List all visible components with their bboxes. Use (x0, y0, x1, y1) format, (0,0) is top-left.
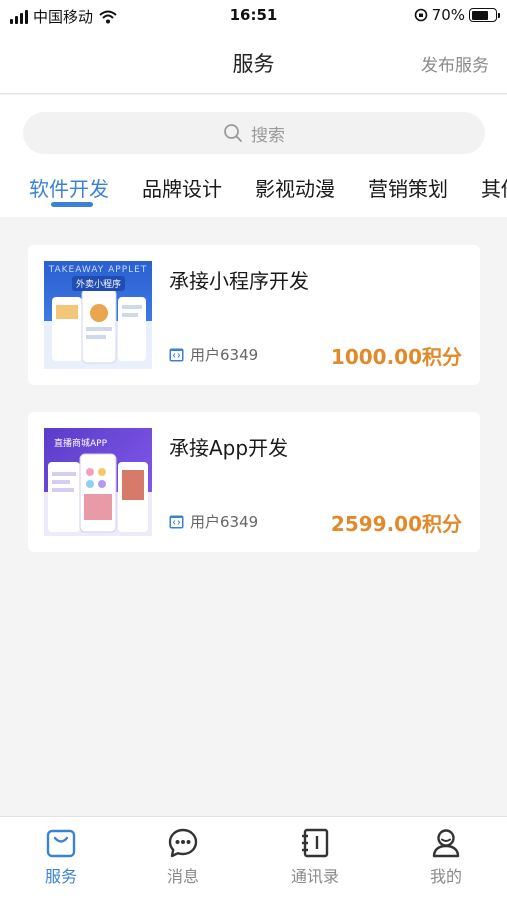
service-card[interactable]: 直播商城APP 承接App开发 用户6349 2599.00积分 (28, 412, 480, 552)
battery-icon (469, 8, 500, 22)
service-thumbnail: TAKEAWAY APPLET 外卖小程序 (44, 261, 152, 369)
service-user: 用户6349 (169, 511, 258, 532)
battery-percent: 70% (431, 6, 465, 24)
tabbar-label: 消息 (166, 867, 199, 886)
category-tabs: 软件开发 品牌设计 影视动漫 营销策划 其他 (0, 165, 507, 217)
tab-marketing[interactable]: 营销策划 (368, 173, 448, 202)
tabbar-label: 服务 (44, 867, 77, 886)
service-title: 承接小程序开发 (169, 269, 309, 293)
battery-fill (471, 10, 488, 20)
search-icon (224, 124, 242, 142)
bottom-tab-bar: 服务 消息 通讯录 我的 (0, 816, 507, 900)
publish-service-button[interactable]: 发布服务 (421, 51, 489, 76)
service-user-name: 用户6349 (190, 346, 259, 364)
tab-film-animation[interactable]: 影视动漫 (255, 173, 335, 202)
tabbar-item-services[interactable]: 服务 (16, 827, 106, 887)
search-input[interactable]: 搜索 (23, 112, 485, 154)
service-price: 2599.00积分 (330, 512, 462, 536)
service-user: 用户6349 (169, 344, 258, 365)
tab-software-dev[interactable]: 软件开发 (29, 173, 109, 202)
service-thumbnail: 直播商城APP (44, 428, 152, 536)
service-card[interactable]: TAKEAWAY APPLET 外卖小程序 承接小程序开发 用户6349 100… (28, 245, 480, 385)
thumbnail-caption: 直播商城APP (54, 439, 108, 449)
code-icon (169, 515, 184, 528)
thumbnail-watermark: TAKEAWAY APPLET (48, 265, 148, 275)
tabbar-label: 通讯录 (290, 867, 339, 886)
tabbar-item-messages[interactable]: 消息 (138, 827, 228, 887)
thumbnail-caption: 外卖小程序 (72, 276, 126, 291)
contacts-icon (302, 828, 329, 858)
search-placeholder: 搜索 (251, 125, 285, 146)
status-right: 70% (414, 6, 500, 24)
bag-icon (46, 829, 76, 858)
nav-bar: 服务 发布服务 (0, 32, 507, 94)
code-icon (169, 348, 184, 361)
tabbar-label: 我的 (429, 867, 462, 886)
service-price: 1000.00积分 (330, 345, 462, 369)
search-area: 搜索 (0, 95, 507, 165)
tab-active-indicator (51, 202, 93, 207)
tab-brand-design[interactable]: 品牌设计 (142, 173, 222, 202)
tab-other[interactable]: 其他 (481, 173, 507, 202)
service-title: 承接App开发 (169, 436, 289, 460)
service-user-name: 用户6349 (190, 513, 259, 531)
chat-icon (168, 828, 198, 858)
rotation-lock-icon (414, 8, 427, 22)
tabbar-item-me[interactable]: 我的 (401, 827, 491, 887)
tabbar-item-contacts[interactable]: 通讯录 (270, 827, 360, 887)
status-bar: 中国移动 16:51 70% (0, 0, 507, 32)
profile-icon (432, 829, 460, 858)
